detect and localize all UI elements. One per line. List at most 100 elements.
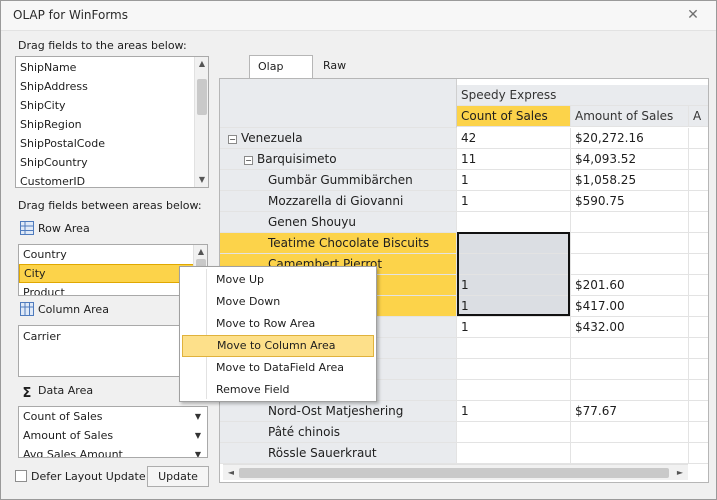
amount-cell[interactable] (571, 380, 689, 401)
grid-icon (20, 302, 34, 316)
dropdown-arrow-icon[interactable]: ▼ (195, 426, 201, 445)
avg-cell[interactable] (689, 233, 708, 254)
amount-cell[interactable]: $590.75 (571, 191, 689, 212)
avg-cell[interactable] (689, 149, 708, 170)
data-area-item[interactable]: Amount of Sales ▼ (19, 426, 207, 445)
grid-corner (220, 79, 457, 128)
count-cell[interactable] (457, 380, 571, 401)
count-cell[interactable]: 1 (457, 170, 571, 191)
amount-cell[interactable] (571, 443, 689, 464)
data-area-list[interactable]: Count of Sales ▼ Amount of Sales ▼ Avg Sales… (18, 406, 208, 458)
fields-list[interactable]: ShipName ShipAddress ShipCity ShipRegion Shi… (15, 56, 209, 188)
collapse-icon[interactable]: − (244, 156, 253, 165)
scroll-up-icon[interactable]: ▲ (196, 247, 206, 257)
amount-cell[interactable]: $1,058.25 (571, 170, 689, 191)
count-cell[interactable]: 1 (457, 401, 571, 422)
avg-cell[interactable] (689, 380, 708, 401)
row-header[interactable]: Teatime Chocolate Biscuits (220, 233, 457, 254)
dropdown-arrow-icon[interactable]: ▼ (195, 445, 201, 457)
row-header[interactable]: − Barquisimeto (220, 149, 457, 170)
count-cell[interactable]: 1 (457, 317, 571, 338)
count-cell[interactable]: 11 (457, 149, 571, 170)
row-header[interactable]: Rössle Sauerkraut (220, 443, 457, 464)
avg-cell[interactable] (689, 338, 708, 359)
row-header[interactable]: Nord-Ost Matjeshering (220, 401, 457, 422)
avg-cell[interactable] (689, 359, 708, 380)
row-label: Gumbär Gummibärchen (268, 173, 413, 187)
field-list-item[interactable]: ShipCountry (16, 153, 208, 172)
amount-cell[interactable] (571, 338, 689, 359)
amount-cell[interactable] (571, 359, 689, 380)
count-cell[interactable] (457, 338, 571, 359)
col-header-count[interactable]: Count of Sales (457, 106, 571, 127)
row-area-item[interactable]: Country▼ (19, 245, 207, 264)
data-area-header: Σ Data Area (20, 381, 94, 401)
avg-cell[interactable] (689, 128, 708, 149)
sigma-icon: Σ (22, 386, 32, 401)
update-button[interactable]: Update (147, 466, 209, 487)
count-cell[interactable] (457, 212, 571, 233)
field-list-item[interactable]: ShipPostalCode (16, 134, 208, 153)
menu-item[interactable]: Move Down (182, 291, 374, 313)
field-list-item[interactable]: ShipName (16, 58, 208, 77)
avg-cell[interactable] (689, 212, 708, 233)
avg-cell[interactable] (689, 296, 708, 317)
fields-scrollbar[interactable]: ▲ ▼ (194, 57, 208, 187)
collapse-icon[interactable]: − (228, 135, 237, 144)
amount-cell[interactable]: $20,272.16 (571, 128, 689, 149)
menu-item[interactable]: Move to DataField Area (182, 357, 374, 379)
amount-cell[interactable] (571, 254, 689, 275)
avg-cell[interactable] (689, 275, 708, 296)
tab-olap-grid[interactable]: Olap Grid (249, 55, 313, 95)
row-header[interactable]: Mozzarella di Giovanni (220, 191, 457, 212)
field-list-item[interactable]: ShipCity (16, 96, 208, 115)
amount-cell[interactable] (571, 212, 689, 233)
field-list-item[interactable]: ShipAddress (16, 77, 208, 96)
scroll-thumb[interactable] (239, 468, 669, 478)
scroll-right-icon[interactable]: ► (675, 467, 685, 479)
tab-raw-data[interactable]: Raw Data (315, 55, 379, 94)
amount-cell[interactable] (571, 422, 689, 443)
amount-cell[interactable]: $432.00 (571, 317, 689, 338)
scroll-thumb[interactable] (197, 79, 207, 115)
row-header[interactable]: Gumbär Gummibärchen (220, 170, 457, 191)
count-cell[interactable] (457, 359, 571, 380)
field-list-item[interactable]: CustomerID (16, 172, 208, 187)
amount-cell[interactable]: $4,093.52 (571, 149, 689, 170)
amount-cell[interactable]: $417.00 (571, 296, 689, 317)
menu-item[interactable]: Move Up (182, 269, 374, 291)
close-icon[interactable]: ✕ (684, 6, 702, 24)
row-header[interactable]: Genen Shouyu (220, 212, 457, 233)
amount-cell[interactable]: $77.67 (571, 401, 689, 422)
menu-item[interactable]: Remove Field (182, 379, 374, 401)
data-area-item[interactable]: Count of Sales ▼ (19, 407, 207, 426)
col-header-avg[interactable]: A (689, 106, 708, 127)
dropdown-arrow-icon[interactable]: ▼ (195, 407, 201, 426)
row-header[interactable]: Pâté chinois (220, 422, 457, 443)
scroll-down-icon[interactable]: ▼ (197, 175, 207, 185)
data-area-item[interactable]: Avg Sales Amount ▼ (19, 445, 207, 457)
avg-cell[interactable] (689, 170, 708, 191)
avg-cell[interactable] (689, 443, 708, 464)
avg-cell[interactable] (689, 254, 708, 275)
avg-cell[interactable] (689, 422, 708, 443)
count-cell[interactable] (457, 443, 571, 464)
amount-cell[interactable]: $201.60 (571, 275, 689, 296)
avg-cell[interactable] (689, 401, 708, 422)
grid-hscrollbar[interactable]: ◄ ► (223, 464, 688, 480)
scroll-up-icon[interactable]: ▲ (197, 59, 207, 69)
menu-item[interactable]: Move to Row Area (182, 313, 374, 335)
count-cell[interactable]: 42 (457, 128, 571, 149)
defer-layout-checkbox[interactable] (15, 470, 27, 482)
col-header-amount[interactable]: Amount of Sales (571, 106, 689, 127)
row-header[interactable]: − Venezuela (220, 128, 457, 149)
avg-cell[interactable] (689, 317, 708, 338)
count-cell[interactable]: 1 (457, 191, 571, 212)
column-group-header[interactable]: Speedy Express (457, 85, 708, 106)
avg-cell[interactable] (689, 191, 708, 212)
count-cell[interactable] (457, 422, 571, 443)
field-list-item[interactable]: ShipRegion (16, 115, 208, 134)
menu-item[interactable]: Move to Column Area (182, 335, 374, 357)
scroll-left-icon[interactable]: ◄ (226, 467, 236, 479)
amount-cell[interactable] (571, 233, 689, 254)
